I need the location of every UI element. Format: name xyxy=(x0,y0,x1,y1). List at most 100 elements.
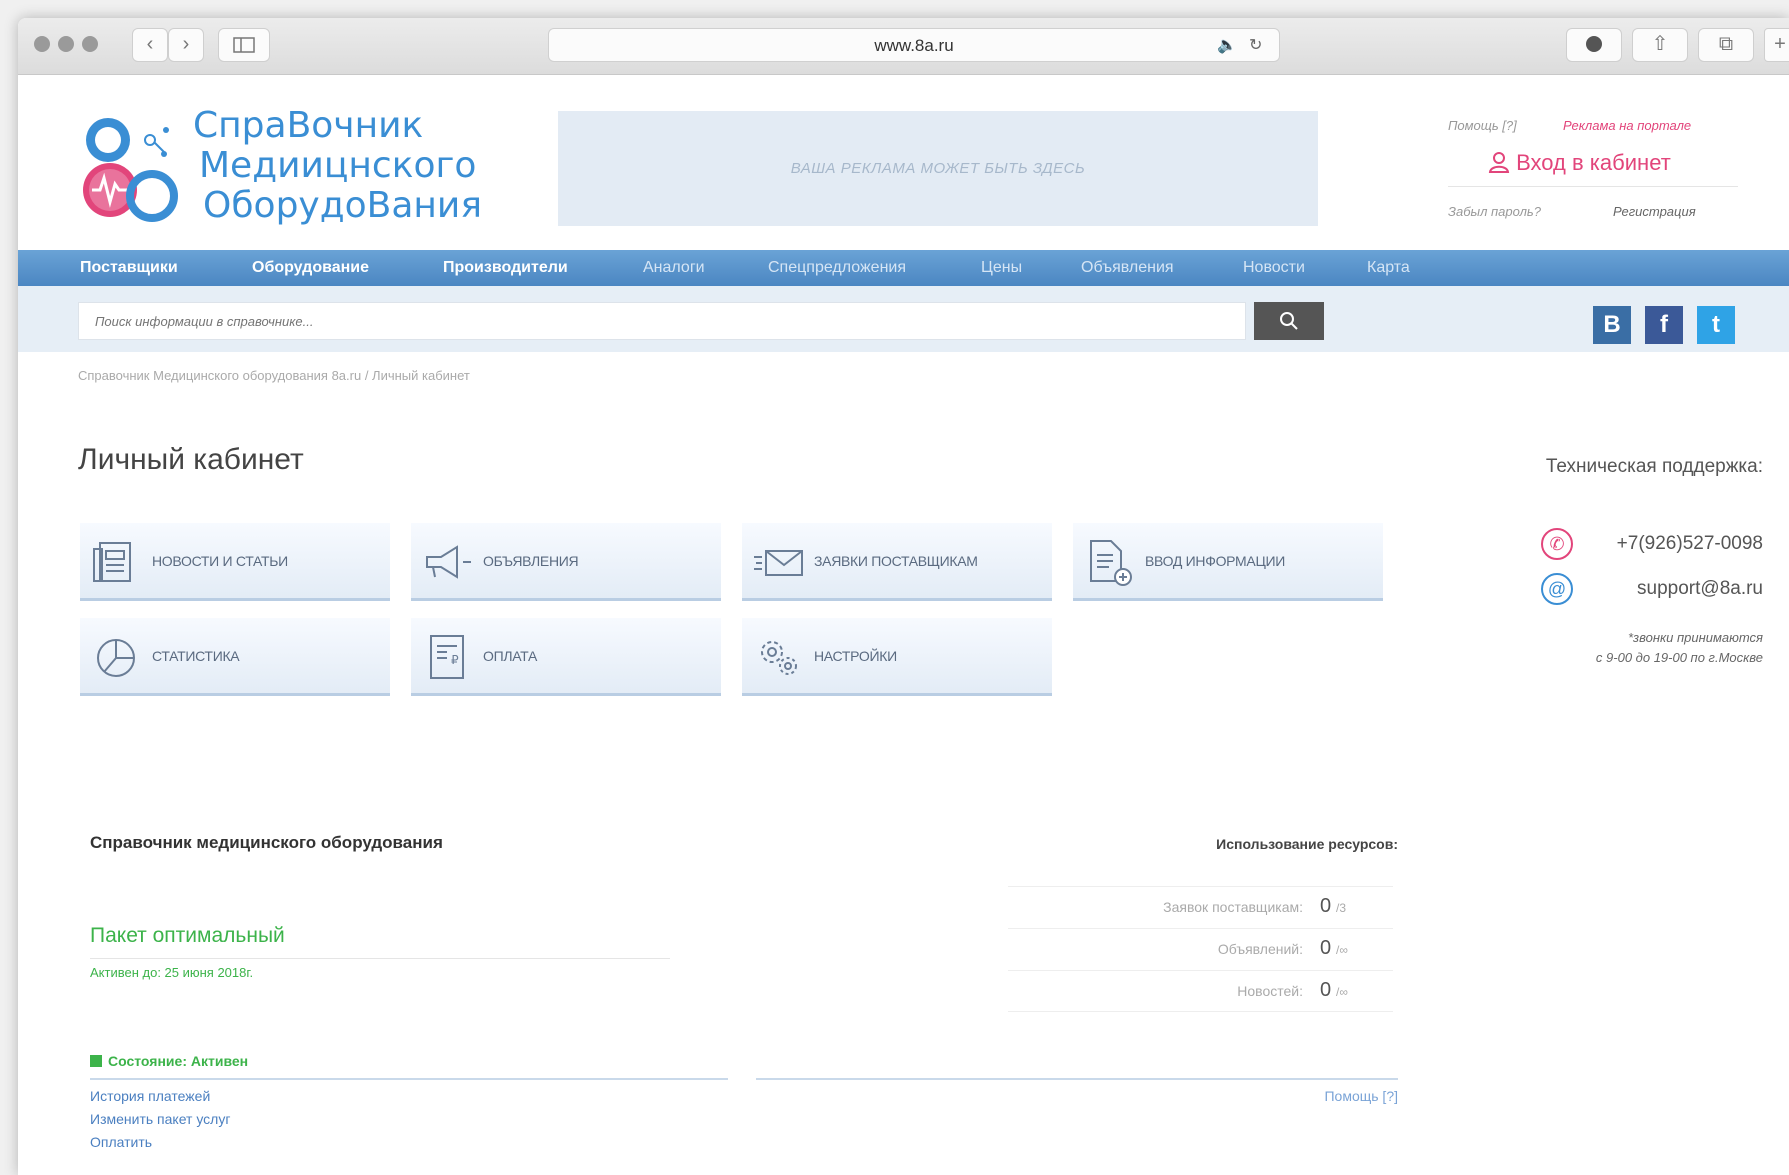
nav-item-prices[interactable]: Цены xyxy=(981,259,1022,277)
support-note-line-1: *звонки принимаются xyxy=(1627,630,1763,645)
megaphone-icon xyxy=(426,545,471,579)
twitter-button[interactable]: t xyxy=(1697,306,1735,344)
logo-line-1: СпраВочник xyxy=(193,105,424,146)
vk-button[interactable]: В xyxy=(1593,306,1631,344)
tabs-button[interactable]: ⧉ xyxy=(1698,28,1754,62)
nav-item-suppliers[interactable]: Поставщики xyxy=(80,259,178,277)
tile-label: Объявления xyxy=(483,553,579,569)
support-email-value: support@8a.ru xyxy=(1637,578,1763,599)
svg-text:₽: ₽ xyxy=(451,653,459,667)
tile-ads[interactable]: Объявления xyxy=(411,523,721,601)
tile-statistics[interactable]: Статистика xyxy=(80,618,390,696)
twitter-icon: t xyxy=(1712,311,1720,338)
breadcrumb[interactable]: Справочник Медицинского оборудования 8a.… xyxy=(78,368,470,383)
ad-banner-text: ВАША РЕКЛАМА МОЖЕТ БЫТЬ ЗДЕСЬ xyxy=(790,160,1086,177)
browser-toolbar: ‹ › www.8a.ru 🔈 ↻ ⇧ ⧉ + xyxy=(18,18,1789,75)
resource-row-ads: Объявлений: 0 /∞ xyxy=(1008,928,1393,969)
document-add-icon xyxy=(1090,540,1132,586)
resource-limit: /∞ xyxy=(1336,943,1348,957)
search-icon xyxy=(1280,312,1298,330)
logo-icon[interactable] xyxy=(78,108,198,228)
nav-item-special-offers[interactable]: Спецпредложения xyxy=(768,259,906,277)
gears-icon xyxy=(761,641,797,675)
envelope-icon xyxy=(754,550,803,576)
download-icon xyxy=(1586,36,1602,52)
facebook-icon: f xyxy=(1660,311,1668,338)
new-tab-button[interactable]: + xyxy=(1764,28,1789,62)
email-icon: @ xyxy=(1541,573,1573,605)
forgot-password-link[interactable]: Забыл пароль? xyxy=(1448,204,1541,219)
sidebar-button[interactable] xyxy=(218,28,270,62)
forward-button[interactable]: › xyxy=(168,28,204,62)
chevron-right-icon: › xyxy=(182,33,190,55)
tile-supplier-requests[interactable]: Заявки поставщикам xyxy=(742,523,1052,601)
divider xyxy=(756,1078,1398,1080)
login-button[interactable]: Вход в кабинет xyxy=(1488,150,1671,176)
resource-row-requests: Заявок поставщикам: 0 /3 xyxy=(1008,886,1393,927)
resource-label: Новостей: xyxy=(1237,983,1303,999)
help-link[interactable]: Помощь [?] xyxy=(1448,118,1517,133)
logo-text[interactable]: СпраВочник Медиицнского ОборудоВания xyxy=(193,106,482,226)
page-title: Личный кабинет xyxy=(78,443,304,476)
tabs-icon: ⧉ xyxy=(1718,33,1734,55)
tile-payment[interactable]: ₽ Оплата xyxy=(411,618,721,696)
back-button[interactable]: ‹ xyxy=(132,28,168,62)
share-button[interactable]: ⇧ xyxy=(1632,28,1688,62)
status-badge: Состояние: Активен xyxy=(90,1053,248,1069)
speaker-icon[interactable]: 🔈 xyxy=(1217,35,1237,55)
search-button[interactable] xyxy=(1254,302,1324,340)
ad-banner[interactable]: ВАША РЕКЛАМА МОЖЕТ БЫТЬ ЗДЕСЬ xyxy=(558,111,1318,226)
chevron-left-icon: ‹ xyxy=(146,33,154,55)
nav-item-manufacturers[interactable]: Производители xyxy=(443,259,568,277)
news-icon xyxy=(93,542,131,582)
resources-title: Использование ресурсов: xyxy=(1216,836,1398,852)
tile-data-entry[interactable]: Ввод информации xyxy=(1073,523,1383,601)
logo-line-2: Медиицнского xyxy=(199,145,477,186)
logo-line-3: ОборудоВания xyxy=(203,185,482,226)
resource-value: 0 xyxy=(1320,979,1332,1001)
register-link[interactable]: Регистрация xyxy=(1613,204,1696,219)
resource-limit: /3 xyxy=(1336,901,1347,915)
divider xyxy=(90,958,670,959)
close-window-button[interactable] xyxy=(34,36,50,52)
package-name: Пакет оптимальный xyxy=(90,924,285,947)
resource-value: 0 xyxy=(1320,895,1332,917)
package-active-until: Активен до: 25 июня 2018г. xyxy=(90,965,254,980)
support-phone-value: +7(926)527-0098 xyxy=(1616,533,1763,554)
pay-link[interactable]: Оплатить xyxy=(90,1134,152,1150)
address-bar[interactable]: www.8a.ru 🔈 ↻ xyxy=(548,28,1280,62)
tile-settings[interactable]: Настройки xyxy=(742,618,1052,696)
tile-label: Настройки xyxy=(814,648,897,664)
download-button[interactable] xyxy=(1566,28,1622,62)
share-icon: ⇧ xyxy=(1651,33,1669,55)
payment-history-link[interactable]: История платежей xyxy=(90,1088,210,1104)
search-input[interactable] xyxy=(78,302,1246,340)
sidebar-icon xyxy=(233,37,255,53)
minimize-window-button[interactable] xyxy=(58,36,74,52)
tile-label: Новости и статьи xyxy=(152,553,288,569)
tile-news[interactable]: Новости и статьи xyxy=(80,523,390,601)
change-package-link[interactable]: Изменить пакет услуг xyxy=(90,1111,230,1127)
nav-item-ads[interactable]: Объявления xyxy=(1081,259,1174,277)
plus-icon: + xyxy=(1774,33,1786,55)
tile-label: Оплата xyxy=(483,648,538,664)
resources-help-link[interactable]: Помощь [?] xyxy=(1288,1088,1398,1104)
reload-icon[interactable]: ↻ xyxy=(1249,35,1262,55)
status-text: Состояние: Активен xyxy=(108,1053,249,1069)
zoom-window-button[interactable] xyxy=(82,36,98,52)
browser-window: ‹ › www.8a.ru 🔈 ↻ ⇧ ⧉ + СпраВочник Медии… xyxy=(18,18,1789,1175)
tile-label: Статистика xyxy=(152,648,240,664)
facebook-button[interactable]: f xyxy=(1645,306,1683,344)
resource-limit: /∞ xyxy=(1336,985,1348,999)
main-nav: Поставщики Оборудование Производители Ан… xyxy=(18,250,1789,286)
divider xyxy=(90,1078,728,1080)
nav-item-news[interactable]: Новости xyxy=(1243,259,1305,277)
nav-item-analogs[interactable]: Аналоги xyxy=(643,259,705,277)
nav-item-map[interactable]: Карта xyxy=(1367,259,1410,277)
phone-icon: ✆ xyxy=(1541,528,1573,560)
nav-item-equipment[interactable]: Оборудование xyxy=(252,259,369,277)
advertising-link[interactable]: Реклама на портале xyxy=(1563,118,1691,133)
invoice-icon: ₽ xyxy=(430,635,464,679)
package-section-title: Справочник медицинского оборудования xyxy=(90,833,443,852)
tile-label: Ввод информации xyxy=(1145,553,1286,569)
